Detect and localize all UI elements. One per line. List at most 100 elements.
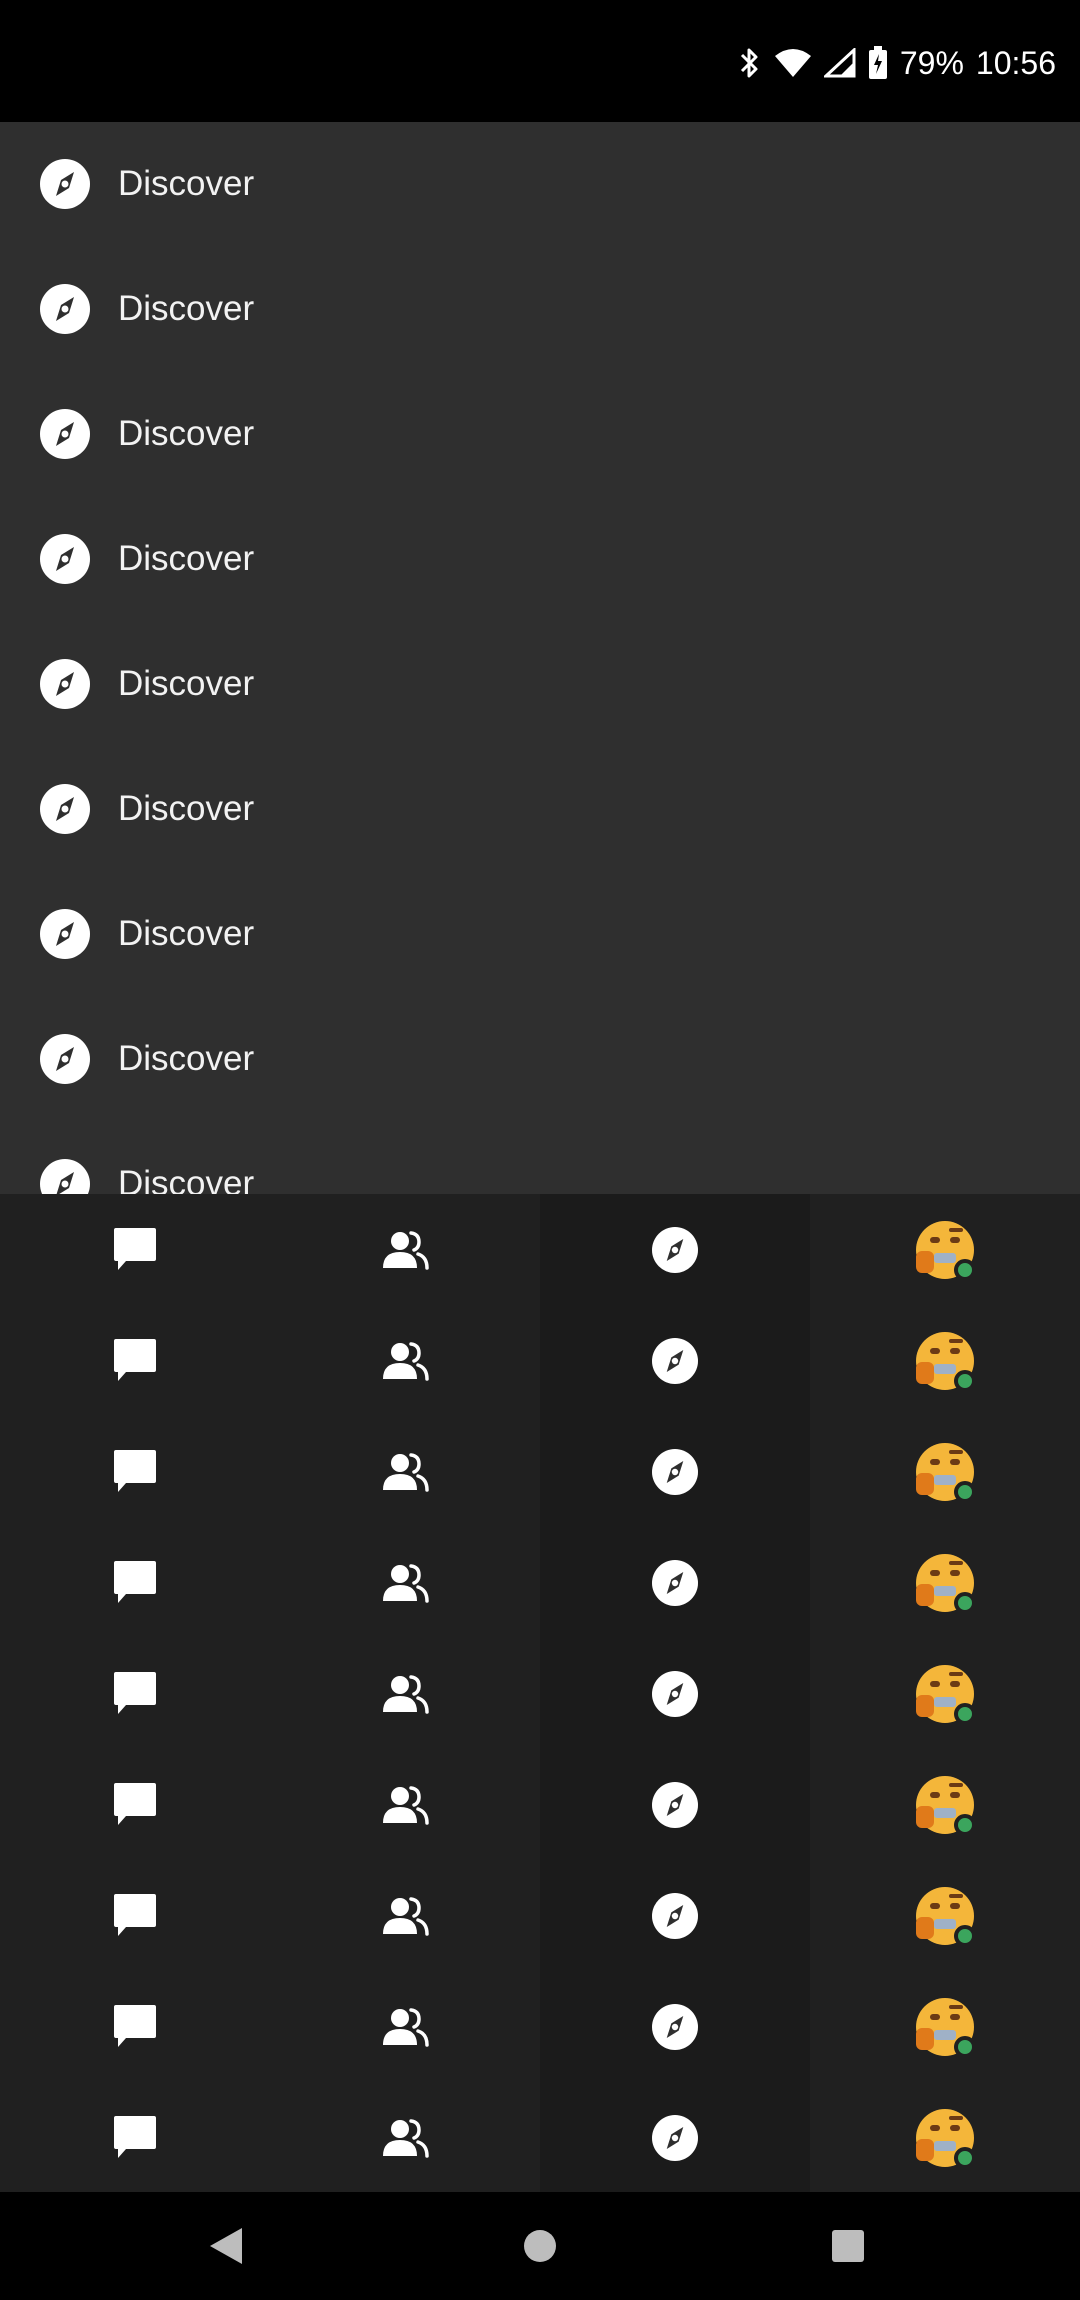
tab-profile[interactable]	[810, 1749, 1080, 1860]
online-status-dot	[954, 1813, 976, 1836]
tab-profile[interactable]	[810, 2082, 1080, 2192]
tab-friends[interactable]	[270, 1527, 540, 1638]
friends-icon	[383, 1341, 429, 1381]
tab-bar-stack	[0, 1194, 1080, 2192]
discover-list-item[interactable]: Discover	[0, 747, 1080, 872]
discover-label: Discover	[118, 539, 255, 578]
compass-icon-wrap	[40, 284, 90, 334]
tab-bar	[0, 1749, 1080, 1860]
tab-discover[interactable]	[540, 1416, 810, 1527]
compass-icon	[40, 409, 90, 459]
tab-discover[interactable]	[540, 1971, 810, 2082]
discover-list-item[interactable]: Discover	[0, 497, 1080, 622]
compass-icon	[652, 1892, 698, 1939]
tab-friends[interactable]	[270, 1638, 540, 1749]
tab-friends[interactable]	[270, 1860, 540, 1971]
discover-label: Discover	[118, 789, 255, 828]
recents-button[interactable]	[824, 2222, 872, 2270]
home-icon	[524, 2230, 556, 2262]
compass-icon	[652, 1781, 698, 1828]
discover-list-item[interactable]: Discover	[0, 622, 1080, 747]
status-icons: 79% 10:56	[738, 38, 1056, 88]
discover-list-item[interactable]: Discover	[0, 1122, 1080, 1194]
compass-icon-wrap	[40, 159, 90, 209]
tab-discover[interactable]	[540, 1527, 810, 1638]
tab-messages[interactable]	[0, 1194, 270, 1305]
tab-profile[interactable]	[810, 1194, 1080, 1305]
tab-profile[interactable]	[810, 1860, 1080, 1971]
messages-icon	[114, 1893, 156, 1936]
discover-label: Discover	[118, 1164, 255, 1194]
online-status-dot	[954, 2035, 976, 2058]
tab-discover[interactable]	[540, 1305, 810, 1416]
tab-messages[interactable]	[0, 2082, 270, 2192]
discover-label: Discover	[118, 1039, 255, 1078]
compass-icon-wrap	[40, 1159, 90, 1194]
tab-messages[interactable]	[0, 1749, 270, 1860]
friends-icon	[383, 1674, 429, 1714]
tab-messages[interactable]	[0, 1860, 270, 1971]
tab-profile[interactable]	[810, 1305, 1080, 1416]
avatar	[916, 1442, 976, 1503]
discover-list: Discover Discover Discover Discover Disc…	[0, 122, 1080, 1194]
compass-icon	[652, 1670, 698, 1717]
messages-icon	[114, 1782, 156, 1825]
tab-friends[interactable]	[270, 2082, 540, 2192]
tab-discover[interactable]	[540, 1194, 810, 1305]
compass-icon	[40, 1159, 90, 1194]
tab-discover[interactable]	[540, 1860, 810, 1971]
discover-list-item[interactable]: Discover	[0, 372, 1080, 497]
avatar	[916, 1220, 976, 1281]
back-button[interactable]	[202, 2222, 250, 2270]
messages-icon	[114, 1338, 156, 1381]
compass-icon	[652, 1559, 698, 1606]
compass-icon	[652, 1337, 698, 1384]
discover-list-item[interactable]: Discover	[0, 247, 1080, 372]
tab-bar	[0, 1305, 1080, 1416]
messages-icon	[114, 1560, 156, 1603]
tab-messages[interactable]	[0, 1305, 270, 1416]
tab-messages[interactable]	[0, 1416, 270, 1527]
compass-icon	[652, 2003, 698, 2050]
tab-friends[interactable]	[270, 1305, 540, 1416]
messages-icon	[114, 2004, 156, 2047]
tab-messages[interactable]	[0, 1638, 270, 1749]
tab-friends[interactable]	[270, 1194, 540, 1305]
friends-icon	[383, 2118, 429, 2158]
tab-discover[interactable]	[540, 1749, 810, 1860]
compass-icon	[40, 909, 90, 959]
compass-icon-wrap	[40, 1034, 90, 1084]
tab-messages[interactable]	[0, 1971, 270, 2082]
tab-profile[interactable]	[810, 1638, 1080, 1749]
compass-icon	[652, 1226, 698, 1273]
online-status-dot	[954, 1480, 976, 1503]
discover-list-item[interactable]: Discover	[0, 122, 1080, 247]
discover-list-item[interactable]: Discover	[0, 997, 1080, 1122]
online-status-dot	[954, 1369, 976, 1392]
discover-list-item[interactable]: Discover	[0, 872, 1080, 997]
tab-friends[interactable]	[270, 1971, 540, 2082]
compass-icon	[40, 784, 90, 834]
battery-percent: 79%	[899, 44, 964, 81]
online-status-dot	[954, 1258, 976, 1281]
tab-profile[interactable]	[810, 1527, 1080, 1638]
tab-friends[interactable]	[270, 1749, 540, 1860]
tab-discover[interactable]	[540, 1638, 810, 1749]
tab-friends[interactable]	[270, 1416, 540, 1527]
messages-icon	[114, 2115, 156, 2158]
tab-profile[interactable]	[810, 1971, 1080, 2082]
compass-icon-wrap	[40, 409, 90, 459]
online-status-dot	[954, 1591, 976, 1614]
compass-icon-wrap	[40, 784, 90, 834]
tab-bar	[0, 1971, 1080, 2082]
tab-profile[interactable]	[810, 1416, 1080, 1527]
compass-icon-wrap	[40, 534, 90, 584]
messages-icon	[114, 1449, 156, 1492]
discover-label: Discover	[118, 164, 255, 203]
tab-messages[interactable]	[0, 1527, 270, 1638]
compass-icon	[40, 1034, 90, 1084]
system-nav-bar	[0, 2192, 1080, 2300]
tab-discover[interactable]	[540, 2082, 810, 2192]
status-bar: 79% 10:56	[0, 0, 1080, 122]
home-button[interactable]	[516, 2222, 564, 2270]
